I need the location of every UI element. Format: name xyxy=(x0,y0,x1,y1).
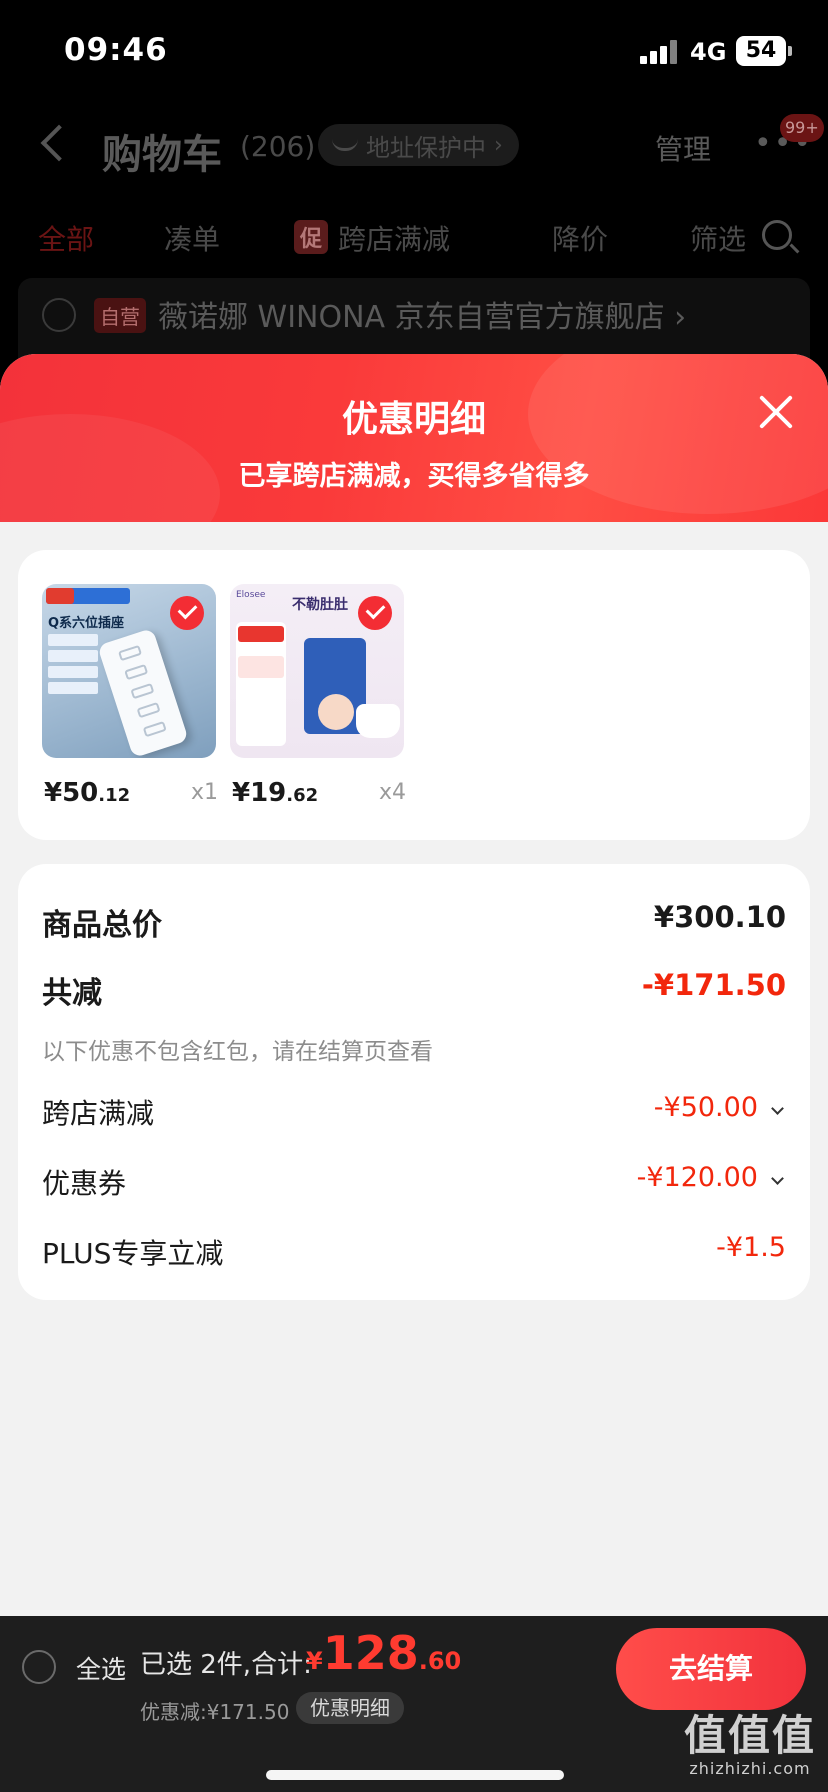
discount-detail-button[interactable]: 优惠明细 xyxy=(296,1692,404,1724)
tab-cross-store-label: 跨店满减 xyxy=(338,223,451,256)
product-item[interactable]: Elosee 不勒肚肚 ¥19.62 x4 xyxy=(230,584,406,824)
selected-products-card: Q系六位插座 ¥50.12 x1 Elosee 不勒肚肚 ¥19.62 x4 xyxy=(18,550,810,840)
address-protect-label: 地址保护中 xyxy=(366,133,486,162)
brand-mark xyxy=(46,588,74,604)
product-quantity: x4 xyxy=(378,780,406,805)
eye-closed-icon xyxy=(332,139,358,151)
discount-label: 优惠券 xyxy=(42,1167,127,1200)
checkout-total: ¥128.60 xyxy=(306,1626,462,1680)
status-bar: 09:46 4G 54 xyxy=(0,0,828,100)
manage-button[interactable]: 管理 xyxy=(655,128,711,168)
chevron-down-icon[interactable] xyxy=(771,1102,784,1115)
brand-logo: Elosee xyxy=(236,590,266,600)
product-image[interactable]: Elosee 不勒肚肚 xyxy=(230,584,404,758)
product-image-text: Q系六位插座 xyxy=(48,616,125,631)
select-all-radio[interactable] xyxy=(22,1650,56,1684)
signal-icon xyxy=(640,40,680,64)
chevron-right-icon: › xyxy=(494,132,503,158)
store-row: 自营 薇诺娜 WINONA 京东自营官方旗舰店 › xyxy=(18,278,810,358)
checkout-button[interactable]: 去结算 xyxy=(616,1628,806,1710)
sheet-title: 优惠明细 xyxy=(341,399,486,440)
discount-label: PLUS专享立减 xyxy=(42,1237,224,1270)
chevron-right-icon: › xyxy=(674,300,687,335)
discount-label: 跨店满减 xyxy=(42,1097,155,1130)
feature-chip xyxy=(48,650,98,662)
tab-filter[interactable]: 筛选 xyxy=(690,218,746,258)
total-price-value: ¥300.10 xyxy=(653,900,786,934)
product-price: ¥19.62 xyxy=(232,778,319,808)
store-name[interactable]: 薇诺娜 WINONA 京东自营官方旗舰店 › xyxy=(158,292,686,336)
discount-value: -¥50.00 xyxy=(653,1092,758,1123)
feature-chip xyxy=(48,634,98,646)
discount-value: -¥120.00 xyxy=(636,1162,758,1193)
select-all-label[interactable]: 全选 xyxy=(76,1650,126,1686)
tab-all[interactable]: 全部 xyxy=(38,218,94,258)
power-strip-graphic xyxy=(97,627,189,758)
promo-label xyxy=(238,626,284,642)
feature-chip xyxy=(48,682,98,694)
checkout-discount: 优惠减:¥171.50 xyxy=(140,1700,290,1724)
product-item[interactable]: Q系六位插座 ¥50.12 x1 xyxy=(42,584,218,824)
total-reduce-value: -¥171.50 xyxy=(641,968,786,1002)
selected-count-text: 已选 2件,合计: xyxy=(140,1650,312,1680)
page-title: 购物车 xyxy=(102,132,222,178)
tab-price-drop[interactable]: 降价 xyxy=(552,218,608,258)
battery-icon: 54 xyxy=(736,36,792,66)
discount-value: -¥1.5 xyxy=(716,1232,786,1263)
check-icon xyxy=(358,596,392,630)
site-watermark: 值值值 zhizhizhi.com xyxy=(683,1711,816,1778)
check-icon xyxy=(170,596,204,630)
diaper-graphic xyxy=(356,704,400,738)
chevron-down-icon[interactable] xyxy=(771,1172,784,1185)
tab-bundle[interactable]: 凑单 xyxy=(164,218,220,258)
network-label: 4G xyxy=(690,38,727,66)
total-reduce-label: 共减 xyxy=(42,976,102,1011)
back-icon[interactable] xyxy=(40,124,78,162)
sheet-header: 优惠明细 已享跨店满减，买得多省得多 xyxy=(0,354,828,574)
discount-detail-sheet: 优惠明细 已享跨店满减，买得多省得多 Q系六位插座 ¥50.12 x1 Elos… xyxy=(0,354,828,1616)
cart-nav-bar: 购物车 (206) 地址保护中 › 管理 ••• 99+ xyxy=(0,100,828,200)
baby-graphic xyxy=(318,694,354,730)
product-image[interactable]: Q系六位插座 xyxy=(42,584,216,758)
product-price: ¥50.12 xyxy=(44,778,131,808)
feature-chip xyxy=(48,666,98,678)
status-time: 09:46 xyxy=(64,32,168,68)
cart-count: (206) xyxy=(240,130,316,163)
tab-cross-store[interactable]: 促跨店满减 xyxy=(294,218,450,258)
product-image-text: 不勒肚肚 xyxy=(292,597,348,613)
self-operated-tag: 自营 xyxy=(94,298,146,333)
address-protect-pill[interactable]: 地址保护中 › xyxy=(318,124,519,166)
product-quantity: x1 xyxy=(190,780,218,805)
store-select-radio[interactable] xyxy=(42,298,76,332)
message-badge: 99+ xyxy=(780,114,824,142)
search-icon[interactable] xyxy=(762,220,792,250)
price-summary-card: 商品总价 ¥300.10 共减 -¥171.50 以下优惠不包含红包，请在结算页… xyxy=(18,864,810,1300)
discount-note: 以下优惠不包含红包，请在结算页查看 xyxy=(42,1039,433,1065)
home-indicator[interactable] xyxy=(266,1770,564,1780)
price-badge xyxy=(238,656,284,678)
close-icon[interactable] xyxy=(754,390,798,434)
promo-tag: 促 xyxy=(294,220,329,254)
total-price-label: 商品总价 xyxy=(42,908,162,943)
sheet-subtitle: 已享跨店满减，买得多省得多 xyxy=(238,461,590,492)
checkout-bar: 全选 已选 2件,合计: ¥128.60 优惠减:¥171.50 优惠明细 去结… xyxy=(0,1616,828,1792)
filter-tab-bar: 全部 凑单 促跨店满减 降价 筛选 xyxy=(0,210,828,270)
